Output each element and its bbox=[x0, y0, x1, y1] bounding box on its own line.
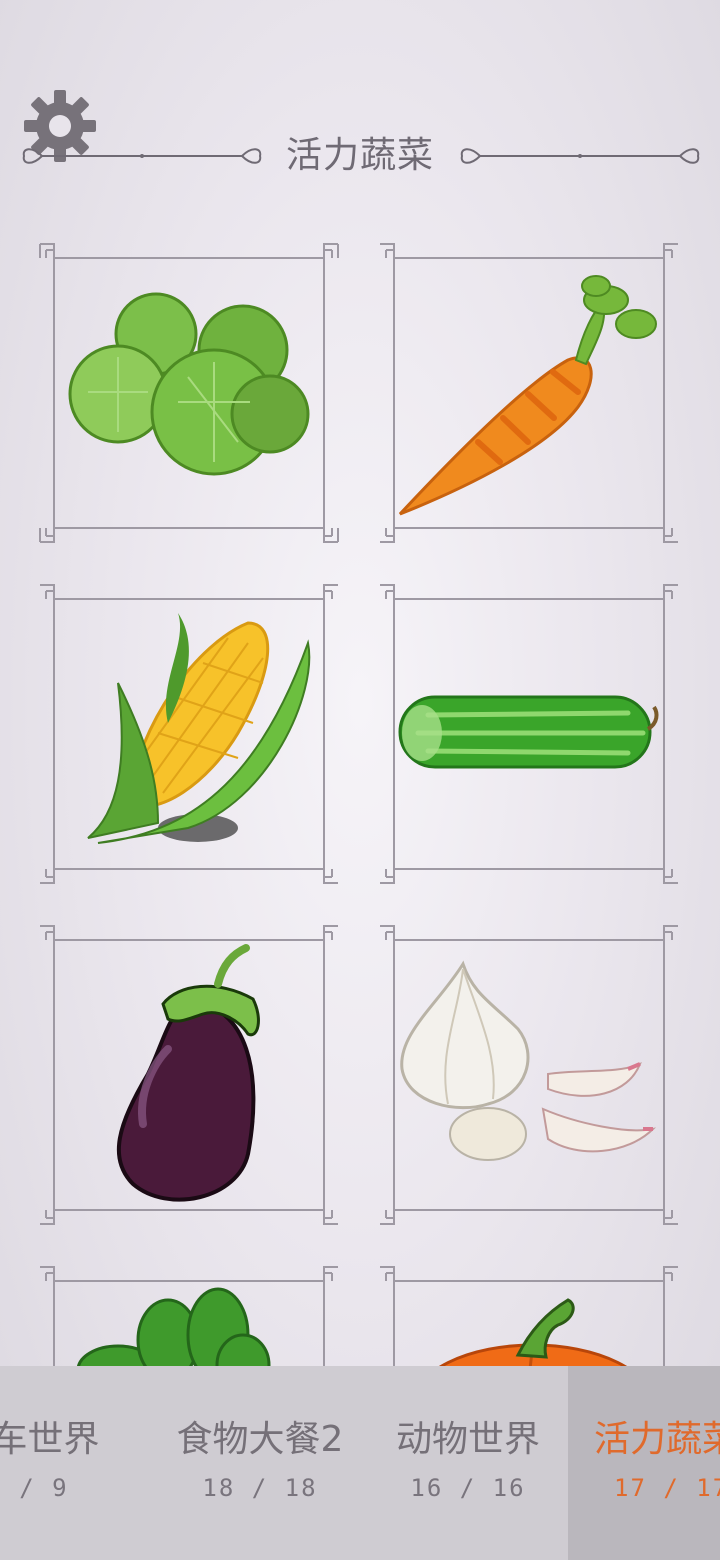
page-title: 活力蔬菜 bbox=[285, 135, 434, 176]
tab-progress: 16 / 16 bbox=[410, 1474, 526, 1502]
tab-cars[interactable]: 汽车世界 9 / 9 bbox=[0, 1366, 145, 1560]
tab-label: 汽车世界 bbox=[0, 1419, 100, 1460]
tab-food-2[interactable]: 食物大餐2 18 / 18 bbox=[145, 1366, 375, 1560]
card-spinach[interactable] bbox=[38, 1265, 340, 1366]
right-ornament bbox=[460, 148, 700, 164]
pumpkin-image bbox=[438, 1298, 628, 1366]
card-garlic[interactable] bbox=[378, 924, 680, 1226]
corn-image bbox=[87, 613, 311, 844]
card-carrot[interactable] bbox=[378, 242, 680, 544]
eggplant-image bbox=[116, 944, 260, 1202]
tab-vegetables[interactable]: 活力蔬菜 17 / 17 bbox=[568, 1366, 720, 1560]
category-tabbar[interactable]: 汽车世界 9 / 9 食物大餐2 18 / 18 动物世界 16 / 16 活力… bbox=[0, 1366, 720, 1560]
tab-label: 活力蔬菜 bbox=[594, 1419, 720, 1460]
card-corn[interactable] bbox=[38, 583, 340, 885]
tab-progress: 17 / 17 bbox=[614, 1474, 720, 1502]
cucumber-image bbox=[398, 695, 659, 769]
tab-label: 食物大餐2 bbox=[176, 1419, 344, 1460]
cabbage-image bbox=[68, 292, 310, 476]
tab-progress: 18 / 18 bbox=[202, 1474, 318, 1502]
carrot-image bbox=[398, 275, 657, 516]
tab-label: 动物世界 bbox=[395, 1419, 540, 1460]
garlic-image bbox=[400, 960, 657, 1161]
left-ornament bbox=[22, 148, 262, 164]
tab-animals[interactable]: 动物世界 16 / 16 bbox=[368, 1366, 568, 1560]
card-eggplant[interactable] bbox=[38, 924, 340, 1226]
card-pumpkin[interactable] bbox=[378, 1265, 680, 1366]
tab-progress: 9 / 9 bbox=[0, 1474, 69, 1502]
spinach-image bbox=[77, 1287, 271, 1366]
card-cabbage[interactable] bbox=[38, 242, 340, 544]
card-cucumber[interactable] bbox=[378, 583, 680, 885]
vegetable-grid[interactable] bbox=[0, 230, 720, 1366]
